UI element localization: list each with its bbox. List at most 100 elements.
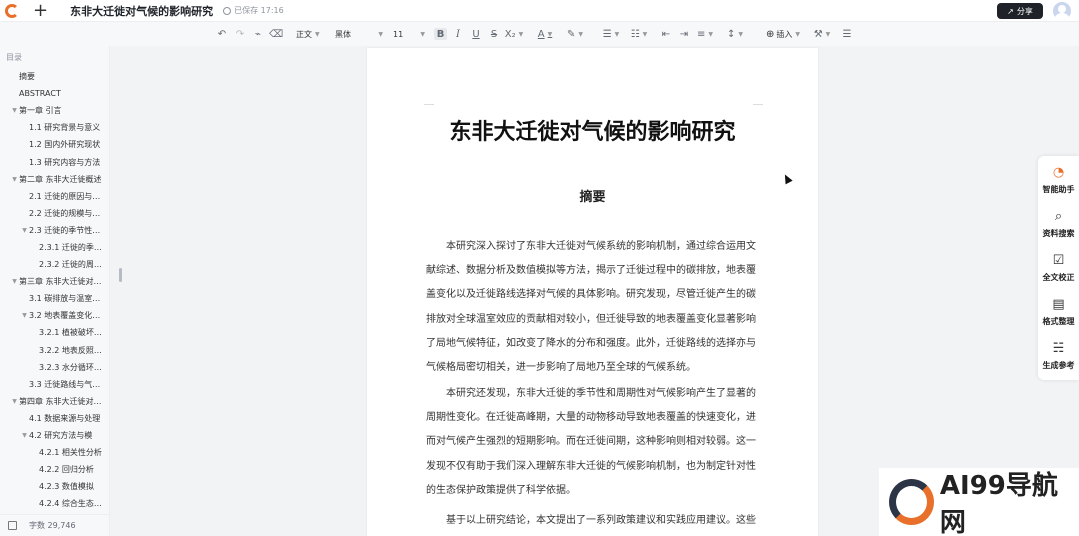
outline-item[interactable]: 3.2.2 地表反照… [0, 342, 110, 359]
expand-toggle-icon[interactable]: ▼ [10, 398, 19, 405]
document-page[interactable]: 东非大迁徙对气候的影响研究 摘要 本研究深入探讨了东非大迁徙对气候系统的影响机制… [367, 48, 818, 536]
document-title[interactable]: 东非大迁徙对气候的影响研究 [70, 3, 213, 19]
outline-item[interactable]: ABSTRACT [0, 85, 110, 102]
watermark-logo-icon [889, 479, 934, 525]
outline-item[interactable]: 2.2 迁徙的规模与… [0, 205, 110, 222]
outline-item[interactable]: 3.1 碳排放与温室… [0, 290, 110, 307]
format-painter-icon[interactable]: ⌁ [252, 28, 264, 40]
sidebar-toggle-icon[interactable] [8, 521, 17, 530]
right-panel-label: 全文校正 [1042, 273, 1075, 282]
undo-icon[interactable]: ↶ [216, 28, 228, 40]
proofread-button[interactable]: ☑ 全文校正 [1038, 246, 1079, 290]
chevron-down-icon: ▼ [795, 30, 800, 38]
saved-check-icon [223, 6, 232, 15]
chevron-down-icon: ▼ [420, 30, 425, 38]
expand-toggle-icon[interactable]: ▼ [10, 278, 19, 285]
right-panel-label: 格式整理 [1042, 317, 1075, 326]
outline-item[interactable]: 1.3 研究内容与方法 [0, 153, 110, 170]
highlight-icon[interactable]: ✎ ▼ [566, 28, 584, 40]
outline-item-label: 3.1 碳排放与温室… [29, 294, 101, 304]
user-avatar[interactable] [1053, 2, 1071, 20]
outline-item[interactable]: 4.2.2 回归分析 [0, 461, 110, 478]
outline-item[interactable]: ▼ 第四章 东非大迁徙对… [0, 393, 110, 410]
outline-item[interactable]: ▼ 第二章 东非大迁徙概述 [0, 171, 110, 188]
strikethrough-icon[interactable]: S [488, 28, 500, 40]
outline-item-label: 3.2.2 地表反照… [39, 345, 102, 355]
new-document-button[interactable]: + [33, 1, 48, 20]
share-button[interactable]: ↗ 分享 [997, 3, 1043, 19]
style-select[interactable]: 正文 ▼ [296, 28, 326, 40]
outdent-icon[interactable]: ⇤ [660, 28, 672, 40]
expand-toggle-icon[interactable]: ▼ [20, 432, 29, 439]
bold-icon[interactable]: B [434, 28, 447, 40]
bullet-list-icon[interactable]: ☰ ▼ [602, 28, 620, 40]
outline-item[interactable]: 3.2.1 植被破坏… [0, 324, 110, 341]
outline-item[interactable]: 4.1 数据来源与处理 [0, 410, 110, 427]
outline-item-label: 第四章 东非大迁徙对… [19, 396, 102, 406]
underline-icon[interactable]: U [470, 28, 482, 40]
format-tidy-button[interactable]: ▤ 格式整理 [1038, 290, 1079, 334]
font-select[interactable]: 黑体 ▼ [335, 28, 383, 40]
outline-item[interactable]: ▼ 3.2 地表覆盖变化… [0, 307, 110, 324]
outline-item[interactable]: ▼ 第一章 引言 [0, 102, 110, 119]
font-select-value: 黑体 [335, 29, 351, 39]
insert-menu[interactable]: ⊕ 插入 ▼ [764, 28, 802, 40]
outline-list: 摘要 ABSTRACT ▼ 第一章 引言 1.1 研究背景与意义 1.2 国内外研究现状 1… [0, 68, 110, 512]
body-paragraph[interactable]: 本研究还发现，东非大迁徙的季节性和周期性对气候影响产生了显著的周期性变化。在迁徙… [426, 382, 756, 503]
app-logo-icon[interactable] [5, 3, 19, 18]
redo-icon[interactable]: ↷ [234, 28, 246, 40]
outline-item[interactable]: 摘要 [0, 68, 110, 85]
italic-icon[interactable]: I [452, 28, 464, 40]
abstract-heading[interactable]: 摘要 [367, 186, 818, 205]
outline-item[interactable]: 2.1 迁徙的原因与… [0, 188, 110, 205]
smart-assistant-button[interactable]: ◔ 智能助手 [1038, 158, 1079, 202]
align-icon[interactable]: ≡ ▼ [696, 28, 714, 40]
more-format-icon[interactable]: ☰ [841, 28, 853, 40]
outline-item-label: 1.1 研究背景与意义 [29, 123, 101, 133]
outline-item-label: 3.2 地表覆盖变化… [29, 311, 101, 321]
proofread-icon: ☑ [1052, 253, 1065, 268]
outline-item[interactable]: 4.2.4 综合生态… [0, 495, 110, 512]
tools-icon[interactable]: ⚒ ▼ [812, 28, 832, 40]
outline-item[interactable]: 2.3.2 迁徙的周… [0, 256, 110, 273]
page-margin-mark [753, 104, 763, 105]
line-spacing-icon[interactable]: ↕ ▼ [726, 28, 744, 40]
font-color-icon[interactable]: A ▼ [536, 28, 554, 40]
outline-item[interactable]: 1.1 研究背景与意义 [0, 119, 110, 136]
save-status: 已保存 17:16 [223, 5, 284, 16]
outline-item-label: 第一章 引言 [19, 106, 62, 116]
body-paragraph[interactable]: 基于以上研究结论，本文提出了一系列政策建议和实践应用建议。这些建 [426, 509, 756, 536]
indent-icon[interactable]: ⇥ [678, 28, 690, 40]
outline-item[interactable]: ▼ 4.2 研究方法与模 [0, 427, 110, 444]
outline-item[interactable]: 3.2.3 水分循环… [0, 359, 110, 376]
outline-item-label: 1.3 研究内容与方法 [29, 157, 101, 167]
outline-item[interactable]: 3.3 迁徙路线与气… [0, 376, 110, 393]
outline-item[interactable]: 4.2.1 相关性分析 [0, 444, 110, 461]
outline-item-label: 第二章 东非大迁徙概述 [19, 174, 102, 184]
expand-toggle-icon[interactable]: ▼ [20, 227, 29, 234]
outline-title: 目录 [6, 53, 22, 62]
subscript-icon[interactable]: X₂ ▼ [505, 28, 523, 40]
outline-item[interactable]: ▼ 第三章 东非大迁徙对… [0, 273, 110, 290]
format-icon: ▤ [1052, 297, 1065, 312]
expand-toggle-icon[interactable]: ▼ [20, 312, 29, 319]
material-search-button[interactable]: ⌕ 资料搜索 [1038, 202, 1079, 246]
outline-item-label: 2.1 迁徙的原因与… [29, 191, 101, 201]
body-paragraph[interactable]: 本研究深入探讨了东非大迁徙对气候系统的影响机制，通过综合运用文献综述、数据分析及… [426, 235, 756, 380]
share-label: 分享 [1016, 6, 1033, 16]
outline-item[interactable]: ▼ 2.3 迁徙的季节性… [0, 222, 110, 239]
expand-toggle-icon[interactable]: ▼ [10, 176, 19, 183]
numbered-list-icon[interactable]: ☷ ▼ [630, 28, 648, 40]
clear-format-icon[interactable]: ⌫ [269, 28, 283, 40]
outline-item-label: 3.3 迁徙路线与气… [29, 379, 101, 389]
search-icon: ⌕ [1054, 209, 1063, 224]
outline-item[interactable]: 2.3.1 迁徙的季… [0, 239, 110, 256]
outline-item[interactable]: 1.2 国内外研究现状 [0, 136, 110, 153]
outline-resize-handle[interactable] [119, 268, 122, 282]
size-select[interactable]: 11 ▼ [393, 28, 425, 40]
generate-reference-button[interactable]: ☵ 生成参考 [1038, 334, 1079, 378]
outline-item[interactable]: 4.2.3 数值模拟 [0, 478, 110, 495]
expand-toggle-icon[interactable]: ▼ [10, 107, 19, 114]
document-heading[interactable]: 东非大迁徙对气候的影响研究 [367, 114, 818, 146]
outline-item-label: 2.3.1 迁徙的季… [39, 242, 102, 252]
